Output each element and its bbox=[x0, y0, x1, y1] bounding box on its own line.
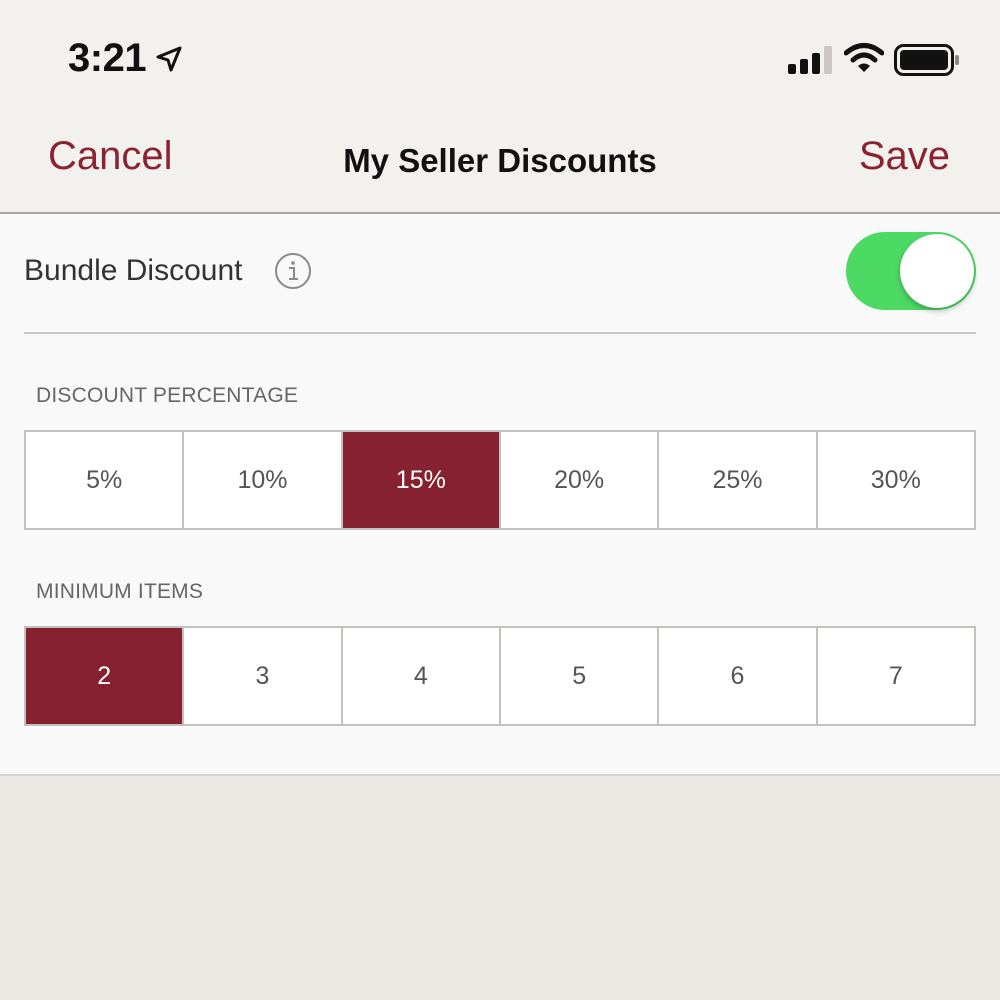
discount-percentage-option[interactable]: 30% bbox=[818, 432, 974, 528]
bundle-discount-row: Bundle Discount bbox=[24, 214, 976, 334]
page-title: My Seller Discounts bbox=[343, 142, 657, 179]
minimum-items-selector: 234567 bbox=[24, 626, 976, 726]
status-time: 3:21 bbox=[68, 36, 147, 80]
minimum-items-label: MINIMUM ITEMS bbox=[36, 580, 204, 603]
discount-percentage-option[interactable]: 10% bbox=[184, 432, 343, 528]
location-arrow-icon bbox=[156, 46, 182, 72]
discount-percentage-option[interactable]: 20% bbox=[501, 432, 660, 528]
minimum-items-option[interactable]: 5 bbox=[501, 628, 660, 724]
discount-percentage-option[interactable]: 25% bbox=[659, 432, 818, 528]
minimum-items-option[interactable]: 6 bbox=[659, 628, 818, 724]
minimum-items-option[interactable]: 3 bbox=[184, 628, 343, 724]
discount-percentage-option[interactable]: 15% bbox=[342, 432, 501, 528]
bundle-discount-label: Bundle Discount bbox=[24, 254, 243, 287]
wifi-icon bbox=[844, 43, 884, 72]
bundle-discount-toggle[interactable] bbox=[846, 232, 976, 310]
minimum-items-option[interactable]: 2 bbox=[26, 628, 185, 724]
minimum-items-option[interactable]: 4 bbox=[343, 628, 501, 724]
status-bar: 3:21 bbox=[0, 0, 1000, 120]
battery-icon bbox=[894, 44, 959, 76]
discount-percentage-label: DISCOUNT PERCENTAGE bbox=[36, 384, 299, 407]
discount-percentage-option[interactable]: 5% bbox=[26, 432, 185, 528]
minimum-items-option[interactable]: 7 bbox=[818, 628, 974, 724]
toggle-knob bbox=[900, 234, 974, 308]
navigation-bar: Cancel My Seller Discounts Save bbox=[0, 120, 1000, 214]
discount-percentage-selector: 5% 10% 15% 20% 25% 30% bbox=[24, 430, 976, 530]
info-icon[interactable] bbox=[274, 252, 312, 290]
discount-settings-panel: Bundle Discount DISCOUNT PERCENTAGE 5% 10… bbox=[0, 214, 1000, 776]
cellular-signal-icon bbox=[788, 46, 832, 74]
save-button[interactable]: Save bbox=[859, 134, 950, 179]
